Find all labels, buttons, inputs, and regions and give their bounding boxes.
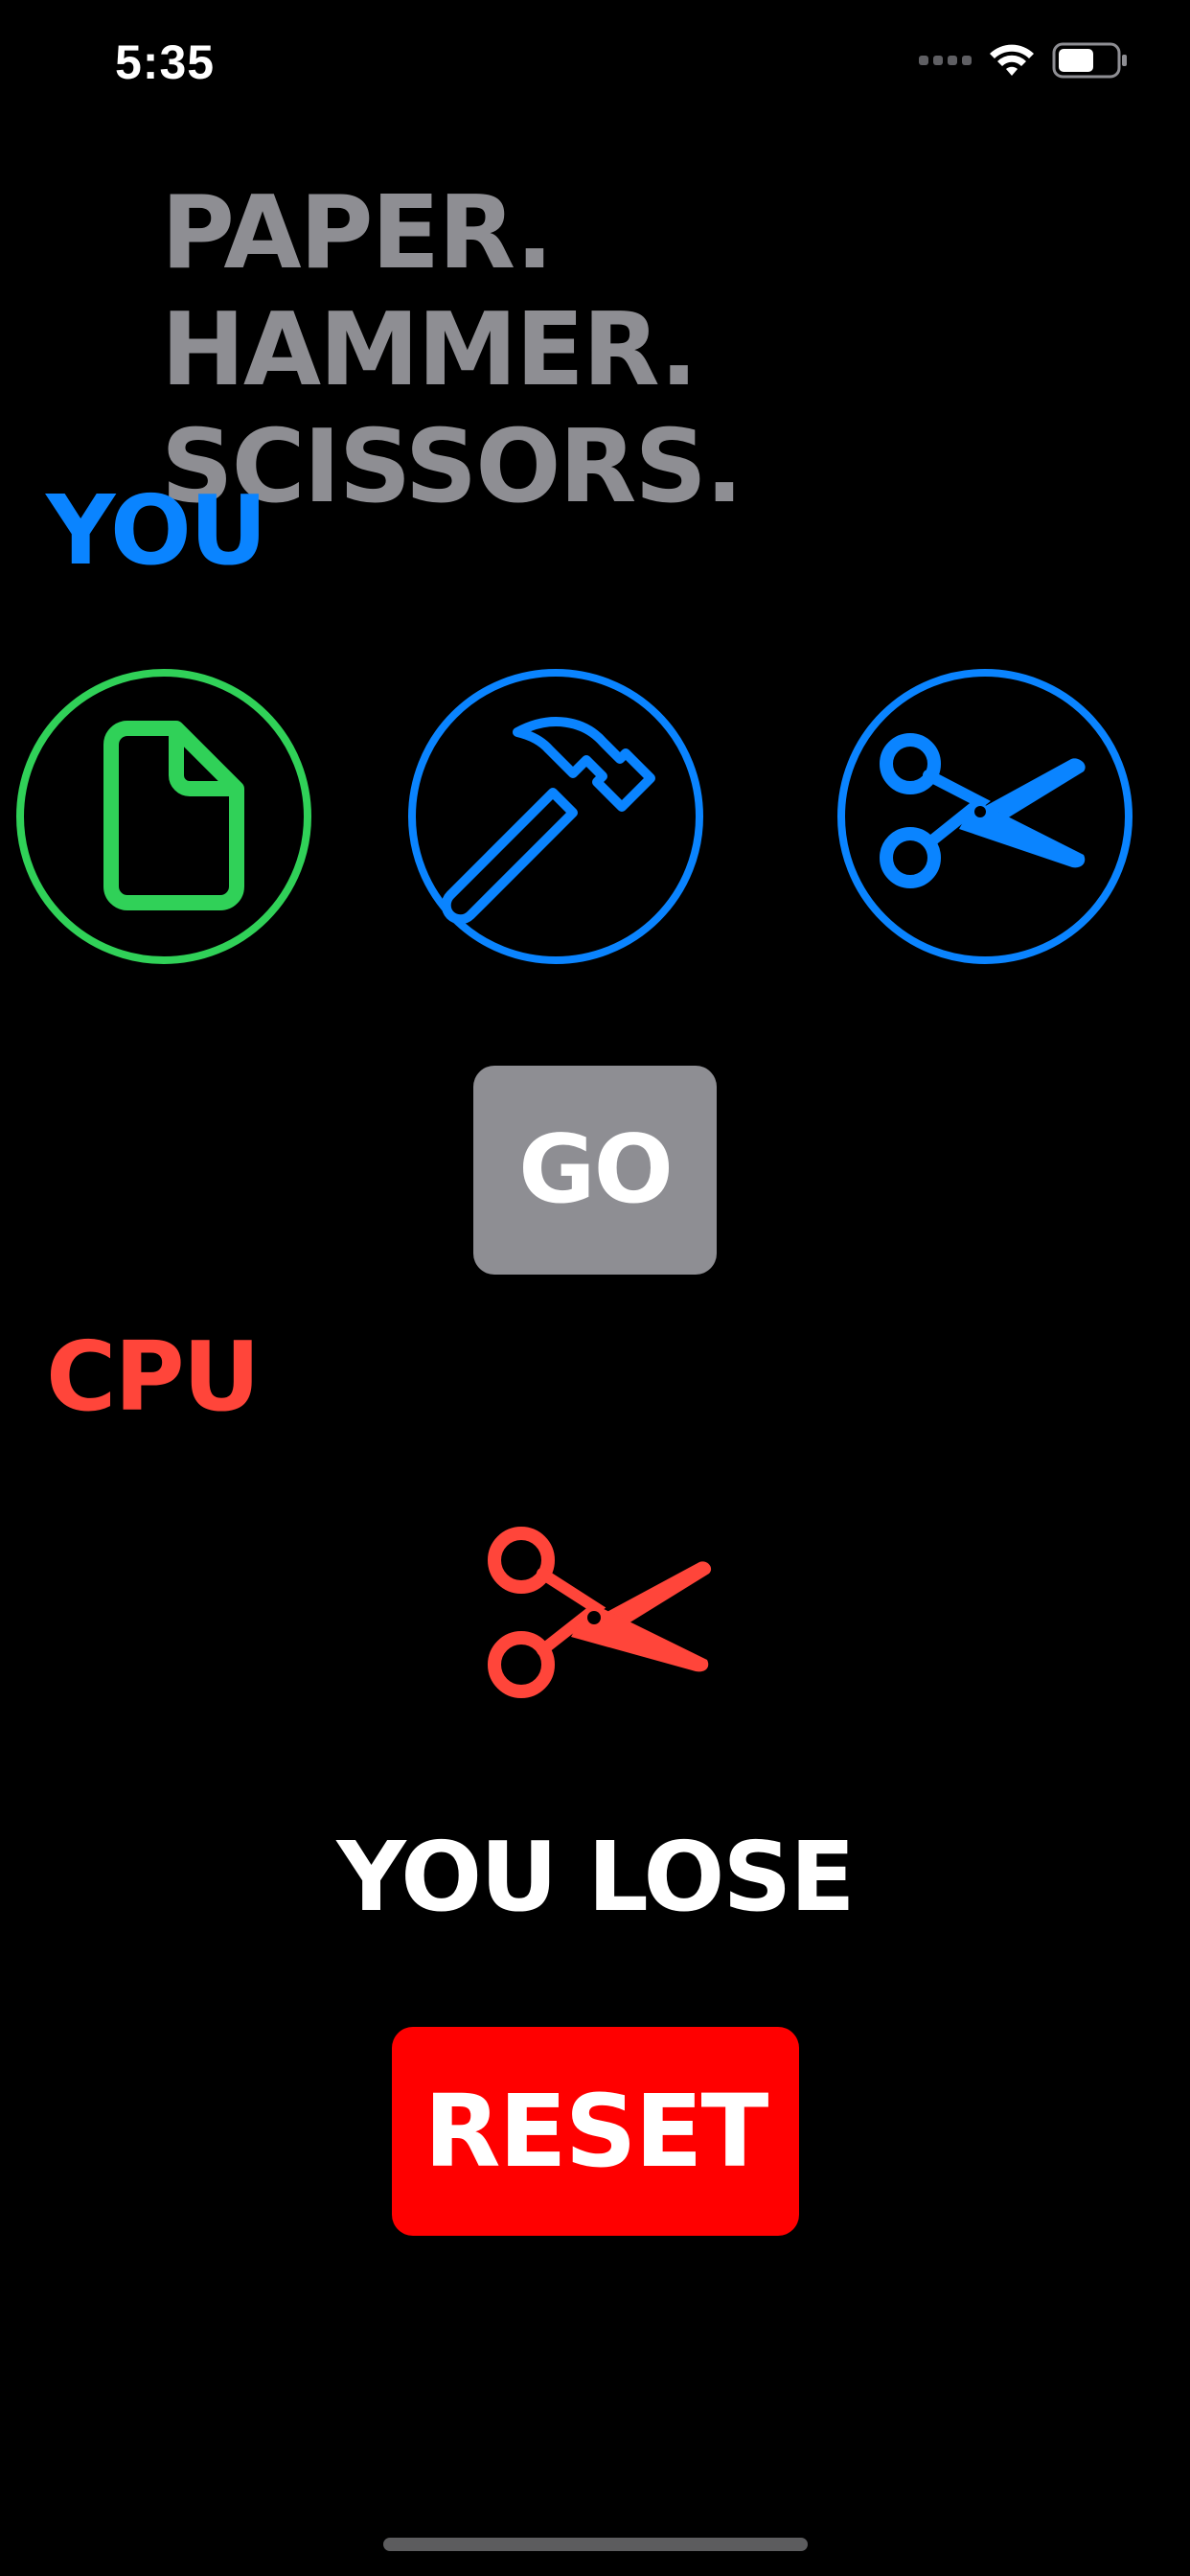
scissors-icon	[837, 669, 1133, 964]
status-bar: 5:35	[0, 0, 1190, 126]
scissors-choice-button[interactable]	[836, 668, 1133, 965]
you-label: YOU	[46, 474, 267, 586]
title-line-2: SCISSORS.	[161, 408, 744, 525]
paper-choice-button[interactable]	[15, 668, 312, 965]
scissors-icon	[488, 1527, 712, 1698]
status-time: 5:35	[115, 35, 216, 89]
hammer-choice-button[interactable]	[407, 668, 704, 965]
go-button[interactable]: GO	[473, 1066, 717, 1275]
hammer-icon	[408, 669, 703, 964]
cpu-label: CPU	[46, 1321, 261, 1433]
title-line-1: PAPER. HAMMER.	[161, 174, 698, 408]
wifi-icon	[990, 44, 1034, 76]
status-icons	[919, 42, 1129, 79]
reset-button[interactable]: RESET	[392, 2027, 799, 2236]
signal-icon	[919, 56, 972, 65]
home-indicator[interactable]	[383, 2538, 808, 2551]
page-title: PAPER. HAMMER. SCISSORS.	[161, 174, 1071, 525]
paper-icon	[16, 669, 311, 964]
cpu-choice	[479, 1524, 714, 1701]
result-text: YOU LOSE	[336, 1821, 855, 1933]
battery-icon	[1052, 42, 1127, 79]
